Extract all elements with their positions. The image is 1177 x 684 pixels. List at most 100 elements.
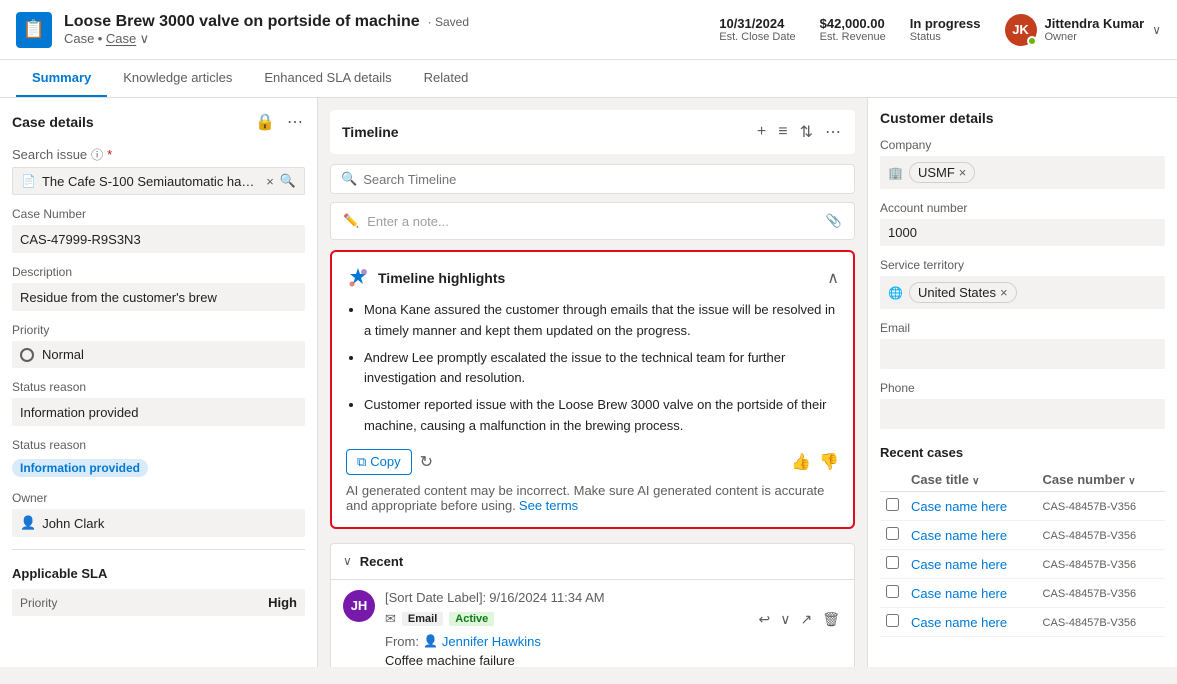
service-territory-label: Service territory (880, 258, 1165, 272)
timeline-filter-button[interactable]: ≡ (776, 121, 789, 143)
case-title-cell: Case name here (905, 521, 1037, 550)
row-checkbox[interactable] (880, 521, 905, 550)
case-title-link[interactable]: Case name here (911, 499, 1007, 514)
phone-value[interactable] (880, 399, 1165, 429)
close-date-value: 10/31/2024 (719, 16, 784, 31)
expand-button[interactable]: ∨ (778, 609, 792, 630)
thumbs-up-button[interactable]: 👍 (791, 452, 811, 472)
status-reason-text-field: Status reason Information provided (12, 380, 305, 426)
timeline-sort-button[interactable]: ⇅ (798, 120, 815, 144)
territory-remove-button[interactable]: × (1000, 285, 1008, 300)
saved-indicator: · Saved (428, 15, 469, 29)
row-checkbox[interactable] (880, 492, 905, 521)
status-reason-text-value: Information provided (12, 398, 305, 426)
note-input-left: ✏️ Enter a note... (343, 213, 449, 229)
search-icon: 🔍 (341, 171, 357, 187)
share-button[interactable]: ↗ (798, 609, 814, 630)
email-subject: Coffee machine failure (385, 653, 842, 667)
owner-field-label: Owner (12, 491, 305, 505)
copy-button[interactable]: ⧉ Copy (346, 449, 412, 475)
timeline-search[interactable]: 🔍 (330, 164, 855, 194)
thumbs-down-button[interactable]: 👎 (819, 452, 839, 472)
lock-button[interactable]: 🔒 (253, 110, 277, 134)
account-number-label: Account number (880, 201, 1165, 215)
case-title-cell: Case name here (905, 608, 1037, 637)
recent-label: Recent (360, 554, 403, 569)
owner-area[interactable]: JK Jittendra Kumar Owner ∨ (1005, 14, 1162, 46)
reply-button[interactable]: ↩ (757, 609, 773, 630)
page-title: Loose Brew 3000 valve on portside of mac… (64, 13, 420, 31)
tab-knowledge[interactable]: Knowledge articles (107, 60, 248, 97)
row-checkbox[interactable] (880, 608, 905, 637)
clear-icon[interactable]: × (266, 174, 274, 189)
table-header-row: Case title ∨ Case number ∨ (880, 468, 1165, 492)
timeline-add-button[interactable]: + (755, 121, 768, 143)
case-number-value: CAS-48457B-V356 (1043, 588, 1137, 600)
email-content: [Sort Date Label]: 9/16/2024 11:34 AM ✉ … (385, 590, 842, 667)
search-issue-label: Search issue ⓘ * (12, 146, 305, 163)
case-number-header[interactable]: Case number ∨ (1037, 468, 1165, 492)
email-sender: From: 👤 Jennifer Hawkins (385, 634, 842, 649)
search-icon[interactable]: 🔍 (280, 173, 296, 189)
chevron-down-icon: ∨ (343, 554, 352, 568)
revenue-value: $42,000.00 (820, 16, 885, 31)
case-number-value: CAS-48457B-V356 (1043, 501, 1137, 513)
right-panel: Customer details Company 🏢 USMF × Accoun… (867, 98, 1177, 667)
case-number-value: CAS-48457B-V356 (1043, 530, 1137, 542)
panel-actions: 🔒 ⋯ (253, 110, 305, 134)
see-terms-link[interactable]: See terms (519, 498, 578, 513)
case-number-cell: CAS-48457B-V356 (1037, 608, 1165, 637)
note-placeholder: Enter a note... (367, 214, 449, 229)
recent-header[interactable]: ∨ Recent (331, 544, 854, 580)
email-value[interactable] (880, 339, 1165, 369)
email-item-inner: JH [Sort Date Label]: 9/16/2024 11:34 AM… (343, 590, 842, 667)
refresh-button[interactable]: ↻ (420, 452, 433, 472)
recent-cases-title: Recent cases (880, 445, 1165, 460)
tab-related[interactable]: Related (408, 60, 485, 97)
case-title-link[interactable]: Case name here (911, 528, 1007, 543)
company-remove-button[interactable]: × (959, 165, 967, 180)
search-issue-input[interactable]: 📄 The Cafe S-100 Semiautomatic has air b… (12, 167, 305, 195)
note-input-area[interactable]: ✏️ Enter a note... 📎 (330, 202, 855, 240)
list-item: Andrew Lee promptly escalated the issue … (364, 348, 839, 390)
center-panel: Timeline + ≡ ⇅ ⋯ 🔍 ✏️ Enter a note... 📎 (318, 98, 867, 667)
phone-label: Phone (880, 381, 1165, 395)
company-field: Company 🏢 USMF × (880, 138, 1165, 189)
priority-radio[interactable]: Normal (12, 341, 305, 368)
case-title-link[interactable]: Case name here (911, 615, 1007, 630)
top-header: 📋 Loose Brew 3000 valve on portside of m… (0, 0, 1177, 60)
tab-summary[interactable]: Summary (16, 60, 107, 97)
status-label: Status (910, 31, 941, 43)
case-title-link[interactable]: Case name here (911, 586, 1007, 601)
tab-sla[interactable]: Enhanced SLA details (248, 60, 407, 97)
case-title-cell: Case name here (905, 492, 1037, 521)
case-title-cell: Case name here (905, 579, 1037, 608)
revenue-meta: $42,000.00 Est. Revenue (820, 16, 886, 43)
select-all-header (880, 468, 905, 492)
timeline-more-button[interactable]: ⋯ (823, 120, 843, 144)
case-title-header[interactable]: Case title ∨ (905, 468, 1037, 492)
timeline-header: Timeline + ≡ ⇅ ⋯ (330, 110, 855, 154)
person-icon: 👤 (20, 515, 36, 531)
case-title-link[interactable]: Case name here (911, 557, 1007, 572)
delete-button[interactable]: 🗑 (820, 609, 842, 630)
ai-disclaimer: AI generated content may be incorrect. M… (346, 483, 839, 513)
copy-icon: ⧉ (357, 454, 366, 470)
highlights-collapse-button[interactable]: ∧ (827, 268, 839, 288)
row-checkbox[interactable] (880, 550, 905, 579)
timeline-search-input[interactable] (363, 172, 844, 187)
sla-priority-value: High (268, 595, 297, 610)
status-meta: In progress Status (910, 16, 981, 43)
attach-icon[interactable]: 📎 (826, 213, 842, 229)
list-item: Customer reported issue with the Loose B… (364, 395, 839, 437)
case-number-cell: CAS-48457B-V356 (1037, 521, 1165, 550)
case-number-value: CAS-48457B-V356 (1043, 559, 1137, 571)
row-checkbox[interactable] (880, 579, 905, 608)
phone-field: Phone (880, 381, 1165, 429)
sla-priority-label: Priority (20, 596, 57, 610)
email-icon: ✉ (385, 611, 396, 627)
description-label: Description (12, 265, 305, 279)
status-reason-tag-field: Status reason Information provided (12, 438, 305, 479)
more-options-button[interactable]: ⋯ (285, 110, 305, 134)
table-row: Case name here CAS-48457B-V356 (880, 521, 1165, 550)
